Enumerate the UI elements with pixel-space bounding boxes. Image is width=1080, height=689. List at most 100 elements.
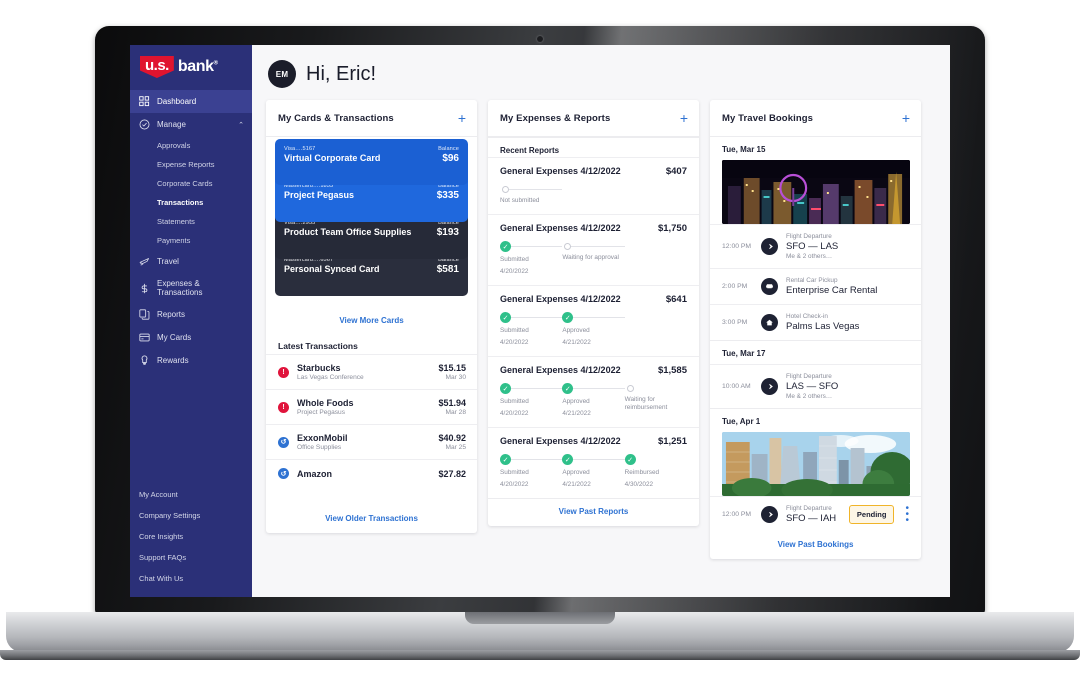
travel-day-heading: Tue, Apr 1 [710, 408, 921, 432]
card-balance-label: Balance [438, 146, 459, 152]
booking-type: Flight Departure [786, 505, 832, 512]
laptop-screen: u.s. bank® Dashboard Manage ⌃ Approvals … [130, 45, 950, 597]
sidebar-item-reports[interactable]: Reports [130, 303, 252, 326]
step-dot-done: ✓ [500, 383, 511, 394]
sidebar-item-chat-with-us[interactable]: Chat With Us [130, 568, 252, 589]
sidebar-item-my-account[interactable]: My Account [130, 484, 252, 505]
greeting-bar: EM Hi, Eric! [266, 53, 938, 100]
credit-card-item[interactable]: Visa….5167 Virtual Corporate Card Balanc… [275, 139, 468, 185]
travel-day-heading: Tue, Mar 17 [710, 340, 921, 364]
report-row[interactable]: General Expenses 4/12/2022 $407 Not subm… [488, 157, 699, 214]
step-dot-done: ✓ [500, 454, 511, 465]
step-label: Waiting for reimbursement [624, 396, 668, 411]
avatar[interactable]: EM [268, 60, 296, 88]
sidebar-item-expense-reports[interactable]: Expense Reports [130, 155, 252, 174]
sidebar-item-support-faqs[interactable]: Support FAQs [130, 547, 252, 568]
report-amount: $1,585 [657, 365, 687, 376]
travel-booking-row[interactable]: 12:00 PM Flight Departure SFO — IAH Pend… [710, 496, 921, 532]
panel-title: My Expenses & Reports [500, 112, 611, 124]
step-date: 4/30/2022 [624, 481, 654, 488]
step-dot-done: ✓ [624, 454, 636, 465]
plane-icon [761, 378, 778, 395]
transaction-row[interactable]: ! Whole Foods Project Pegasus $51.94 Mar… [266, 389, 477, 424]
brand-logo[interactable]: u.s. bank® [130, 45, 252, 90]
view-more-cards-link[interactable]: View More Cards [266, 312, 477, 335]
report-amount: $1,750 [657, 223, 687, 234]
travel-booking-row[interactable]: 12:00 PM Flight Departure SFO — LAS Me &… [710, 224, 921, 268]
add-report-button[interactable]: + [680, 111, 688, 125]
step-label: Waiting for approval [562, 254, 619, 261]
sidebar-item-approvals[interactable]: Approvals [130, 136, 252, 155]
transaction-row[interactable]: ! Starbucks Las Vegas Conference $15.15 … [266, 354, 477, 389]
dashboard-columns: My Cards & Transactions + Mastercard….65… [266, 100, 938, 559]
sidebar-item-corporate-cards[interactable]: Corporate Cards [130, 174, 252, 193]
sidebar-item-travel[interactable]: Travel [130, 250, 252, 273]
sidebar: u.s. bank® Dashboard Manage ⌃ Approvals … [130, 45, 252, 597]
sidebar-item-statements[interactable]: Statements [130, 212, 252, 231]
view-older-transactions-link[interactable]: View Older Transactions [266, 506, 477, 533]
panel-header: My Expenses & Reports + [488, 100, 699, 137]
report-progress: ✓ Submitted 4/20/2022 ✓ Approved 4/21/20… [500, 454, 687, 489]
view-past-bookings-link[interactable]: View Past Bookings [710, 532, 921, 559]
laptop-lid: u.s. bank® Dashboard Manage ⌃ Approvals … [95, 26, 985, 614]
card-name: Personal Synced Card [284, 264, 380, 274]
sidebar-item-expenses-transactions[interactable]: Expenses & Transactions [130, 273, 252, 303]
sidebar-item-company-settings[interactable]: Company Settings [130, 505, 252, 526]
transaction-date: Mar 25 [445, 444, 466, 451]
card-issuer: Visa….5167 [284, 146, 316, 152]
step-dot-pending [626, 385, 634, 392]
report-progress: ✓ Submitted 4/20/2022 ✓ Approved 4/21/20… [500, 383, 687, 418]
sidebar-item-rewards[interactable]: Rewards [130, 349, 252, 372]
report-progress: Not submitted [500, 184, 687, 205]
step-label: Submitted [500, 469, 529, 476]
secondary-nav: My Account Company Settings Core Insight… [130, 484, 252, 597]
card-name: Product Team Office Supplies [284, 227, 412, 237]
travel-booking-row[interactable]: 2:00 PM Rental Car Pickup Enterprise Car… [710, 268, 921, 304]
report-row[interactable]: General Expenses 4/12/2022 $1,251 ✓ Subm… [488, 427, 699, 498]
chevron-up-icon[interactable]: ⌃ [238, 121, 244, 129]
sidebar-item-core-insights[interactable]: Core Insights [130, 526, 252, 547]
step-label: Approved [562, 398, 590, 405]
us-bank-shield-icon: u.s. [140, 56, 174, 78]
sidebar-item-label: Dashboard [157, 97, 197, 106]
transaction-row[interactable]: ↺ ExxonMobil Office Supplies $40.92 Mar … [266, 424, 477, 459]
plane-icon [761, 506, 778, 523]
add-booking-button[interactable]: + [902, 111, 910, 125]
panel-title: My Cards & Transactions [278, 112, 394, 124]
report-amount: $1,251 [657, 436, 687, 447]
booking-time: 12:00 PM [722, 511, 752, 518]
sidebar-item-label: Travel [157, 257, 179, 266]
sidebar-item-payments[interactable]: Payments [130, 231, 252, 250]
report-name: General Expenses 4/12/2022 [500, 223, 621, 233]
sidebar-item-dashboard[interactable]: Dashboard [130, 90, 252, 113]
sidebar-item-manage[interactable]: Manage ⌃ [130, 113, 252, 136]
step-date: 4/20/2022 [500, 268, 529, 275]
card-balance: $193 [436, 227, 459, 238]
dollar-icon [141, 283, 148, 293]
brand-wordmark: bank [177, 58, 214, 75]
kebab-menu-icon[interactable]: • • • [902, 503, 912, 525]
step-dot-done: ✓ [562, 312, 574, 323]
transaction-detail: Las Vegas Conference [297, 374, 364, 381]
sidebar-item-transactions[interactable]: Transactions [130, 193, 252, 212]
travel-booking-row[interactable]: 10:00 AM Flight Departure LAS — SFO Me &… [710, 364, 921, 408]
sidebar-item-my-cards[interactable]: My Cards [130, 326, 252, 349]
laptop-base-notch [465, 612, 615, 624]
sidebar-item-label: Rewards [157, 356, 189, 365]
booking-type: Flight Departure [786, 233, 832, 240]
travel-day-heading: Tue, Mar 15 [722, 145, 766, 154]
add-card-button[interactable]: + [458, 111, 466, 125]
travel-booking-row[interactable]: 3:00 PM Hotel Check-in Palms Las Vegas [710, 304, 921, 340]
view-past-reports-link[interactable]: View Past Reports [488, 498, 699, 526]
booking-title: SFO — LAS [786, 241, 839, 252]
step-label: Not submitted [500, 197, 540, 204]
transaction-row[interactable]: ↺ Amazon $27.82 [266, 459, 477, 487]
report-row[interactable]: General Expenses 4/12/2022 $1,585 ✓ Subm… [488, 356, 699, 427]
report-row[interactable]: General Expenses 4/12/2022 $641 ✓ Submit… [488, 285, 699, 356]
report-amount: $407 [665, 166, 687, 177]
dashboard-grid-icon [139, 96, 150, 107]
report-name: General Expenses 4/12/2022 [500, 365, 621, 375]
alert-icon: ! [278, 401, 289, 413]
report-row[interactable]: General Expenses 4/12/2022 $1,750 ✓ Subm… [488, 214, 699, 285]
transaction-merchant: Whole Foods [297, 398, 354, 408]
